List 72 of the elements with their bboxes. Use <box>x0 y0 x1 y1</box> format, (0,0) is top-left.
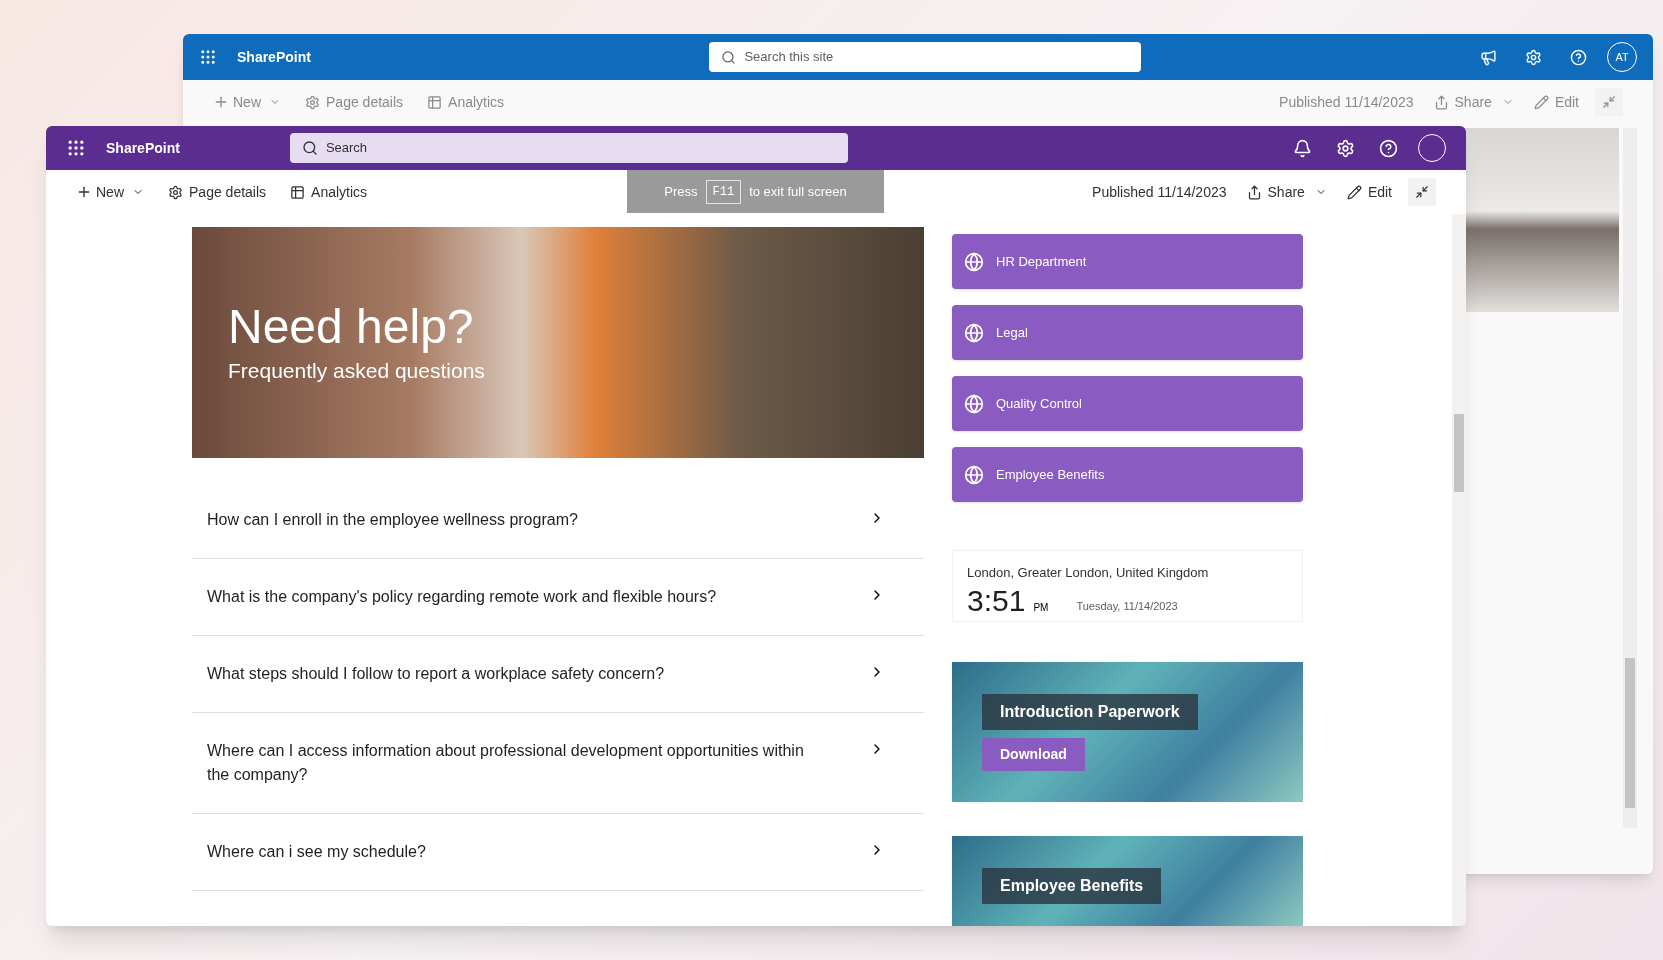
share-button[interactable]: Share <box>1246 181 1327 203</box>
scrollbar-thumb[interactable] <box>1454 414 1464 492</box>
faq-question: How can I enroll in the employee wellness program? <box>207 510 579 530</box>
faq-item[interactable]: Where can I access information about professional development opportunities within the company? <box>192 713 924 814</box>
faq-item[interactable]: What steps should I follow to report a workplace safety concern? <box>192 636 924 713</box>
clock-period: PM <box>1033 600 1049 615</box>
page-details-button[interactable]: Page details <box>168 181 267 203</box>
minimize-icon <box>1602 95 1616 109</box>
hint-text: to exit full screen <box>749 182 847 201</box>
settings-icon <box>305 94 320 110</box>
app-name: SharePoint <box>106 138 180 158</box>
search-icon <box>721 49 737 65</box>
globe-icon <box>964 393 984 414</box>
hint-text: Press <box>664 182 698 201</box>
bell-icon[interactable] <box>1293 138 1312 158</box>
pencil-icon <box>1533 94 1549 110</box>
app-launcher-icon[interactable] <box>199 48 217 66</box>
quick-link-button[interactable]: Employee Benefits <box>952 447 1303 502</box>
faq-item[interactable]: What is the company's policy regarding remote work and flexible hours? <box>192 559 924 636</box>
published-date: Published 11/14/2023 <box>1092 182 1227 202</box>
clock-time: 3:51 <box>967 582 1026 619</box>
card-title: Employee Benefits <box>982 868 1162 904</box>
settings-icon[interactable] <box>1336 138 1355 158</box>
globe-icon <box>964 251 984 272</box>
card-title: Introduction Paperwork <box>982 693 1198 730</box>
image-card[interactable]: Employee Benefits <box>952 836 1303 926</box>
new-button[interactable]: New <box>76 181 144 203</box>
help-icon[interactable] <box>1570 48 1587 66</box>
megaphone-icon[interactable] <box>1480 48 1497 66</box>
faq-question: Where can i see my schedule? <box>207 842 427 862</box>
quick-link-button[interactable]: Quality Control <box>952 376 1303 431</box>
faq-item[interactable]: Where can i see my schedule? <box>192 814 924 891</box>
quick-link-button[interactable]: HR Department <box>952 234 1303 289</box>
app-launcher-icon[interactable] <box>66 138 86 158</box>
quick-link-button[interactable]: Legal <box>952 305 1303 360</box>
globe-icon <box>964 322 984 343</box>
table-icon <box>290 184 306 200</box>
analytics-button[interactable]: Analytics <box>290 181 368 203</box>
app-name: SharePoint <box>237 47 311 67</box>
share-icon <box>1433 94 1449 110</box>
scrollbar[interactable] <box>1623 128 1637 828</box>
search-field[interactable]: Search <box>289 133 848 163</box>
edit-button[interactable]: Edit <box>1346 181 1392 203</box>
clock-date: Tuesday, 11/14/2023 <box>1076 599 1178 614</box>
exit-fullscreen-button[interactable] <box>1408 178 1436 206</box>
share-icon <box>1246 184 1262 200</box>
plus-icon <box>213 94 229 110</box>
scrollbar[interactable] <box>1452 214 1466 926</box>
hero-title: Need help? <box>228 298 475 355</box>
faq-item[interactable]: How can I enroll in the employee wellness program? <box>192 482 924 559</box>
search-placeholder: Search <box>325 139 368 158</box>
minimize-icon <box>1415 185 1429 199</box>
published-date: Published 11/14/2023 <box>1279 92 1414 112</box>
search-placeholder: Search this site <box>744 48 834 67</box>
settings-icon <box>168 184 183 200</box>
hero-subtitle: Frequently asked questions <box>228 357 486 384</box>
scrollbar-thumb[interactable] <box>1625 658 1635 808</box>
key-label: F11 <box>705 179 742 204</box>
help-icon[interactable] <box>1379 138 1398 158</box>
globe-icon <box>964 464 984 485</box>
faq-question: What is the company's policy regarding remote work and flexible hours? <box>207 587 718 607</box>
faq-question: What steps should I follow to report a workplace safety concern? <box>207 664 666 684</box>
faq-question: Where can I access information about professional development opportunities within the company? <box>207 741 805 785</box>
table-icon <box>427 94 443 110</box>
image-card[interactable]: Introduction Paperwork Download <box>952 662 1303 802</box>
download-button[interactable]: Download <box>982 737 1085 771</box>
plus-icon <box>76 184 92 200</box>
search-icon <box>301 140 318 156</box>
settings-icon[interactable] <box>1525 48 1542 66</box>
clock-location: London, Greater London, United Kingdom <box>967 564 1210 582</box>
pencil-icon <box>1346 184 1362 200</box>
search-field[interactable]: Search this site <box>709 42 1142 72</box>
